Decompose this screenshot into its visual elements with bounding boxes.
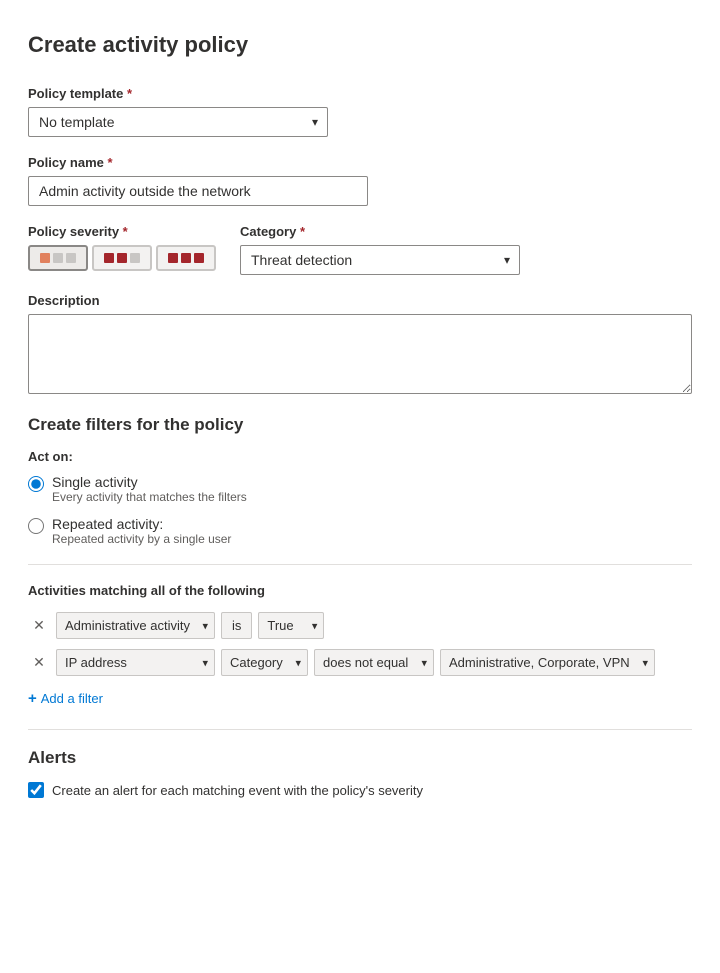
policy-template-group: Policy template No template Template 1 T… — [28, 86, 692, 137]
filter1-operator: is — [221, 612, 252, 639]
activities-matching-title: Activities matching all of the following — [28, 583, 692, 598]
filter-row-1: ✕ Administrative activity IP address Use… — [28, 612, 692, 639]
filter2-value-select[interactable]: Administrative, Corporate, VPN Corporate… — [440, 649, 655, 676]
activities-matching-section: Activities matching all of the following… — [28, 583, 692, 711]
policy-name-label: Policy name — [28, 155, 692, 170]
repeated-activity-title: Repeated activity: — [52, 516, 231, 532]
description-group: Description — [28, 293, 692, 397]
policy-template-select[interactable]: No template Template 1 Template 2 — [28, 107, 328, 137]
severity-high-button[interactable] — [156, 245, 216, 271]
alert-checkbox-row: Create an alert for each matching event … — [28, 782, 692, 798]
description-label: Description — [28, 293, 692, 308]
filter2-field1-select[interactable]: IP address Administrative activity User — [56, 649, 215, 676]
severity-dot-6 — [130, 253, 140, 263]
category-select[interactable]: Threat detection Access control Data los… — [240, 245, 520, 275]
repeated-activity-desc: Repeated activity by a single user — [52, 532, 231, 546]
category-select-wrapper: Threat detection Access control Data los… — [240, 245, 520, 275]
single-activity-radio[interactable] — [28, 476, 44, 492]
severity-medium-button[interactable] — [92, 245, 152, 271]
act-on-label: Act on: — [28, 449, 692, 464]
add-filter-label: Add a filter — [41, 691, 103, 706]
description-textarea[interactable] — [28, 314, 692, 394]
filters-section: Create filters for the policy Act on: Si… — [28, 415, 692, 546]
remove-filter-1-button[interactable]: ✕ — [28, 615, 50, 637]
single-activity-option[interactable]: Single activity Every activity that matc… — [28, 474, 692, 504]
severity-dot-1 — [40, 253, 50, 263]
alerts-title: Alerts — [28, 748, 692, 768]
policy-template-label: Policy template — [28, 86, 692, 101]
filter2-field2-wrapper: Category Type Country — [221, 649, 308, 676]
category-label: Category — [240, 224, 692, 239]
category-group: Category Threat detection Access control… — [240, 224, 692, 275]
single-activity-text: Single activity Every activity that matc… — [52, 474, 247, 504]
severity-dot-5 — [117, 253, 127, 263]
filter1-field-select[interactable]: Administrative activity IP address User — [56, 612, 215, 639]
filter1-value-select[interactable]: True False — [258, 612, 324, 639]
filter2-field2-select[interactable]: Category Type Country — [221, 649, 308, 676]
filter2-operator-wrapper: does not equal equals contains — [314, 649, 434, 676]
filter-row-2: ✕ IP address Administrative activity Use… — [28, 649, 692, 676]
filter2-field1-wrapper: IP address Administrative activity User — [56, 649, 215, 676]
severity-dot-9 — [194, 253, 204, 263]
alert-checkbox[interactable] — [28, 782, 44, 798]
severity-dot-3 — [66, 253, 76, 263]
policy-template-select-wrapper: No template Template 1 Template 2 — [28, 107, 328, 137]
severity-category-row: Policy severity Category — [28, 224, 692, 275]
severity-dot-4 — [104, 253, 114, 263]
filters-section-title: Create filters for the policy — [28, 415, 692, 435]
repeated-activity-text: Repeated activity: Repeated activity by … — [52, 516, 231, 546]
filter1-field-wrapper: Administrative activity IP address User — [56, 612, 215, 639]
severity-low-button[interactable] — [28, 245, 88, 271]
repeated-activity-option[interactable]: Repeated activity: Repeated activity by … — [28, 516, 692, 546]
severity-dot-2 — [53, 253, 63, 263]
divider-2 — [28, 729, 692, 730]
severity-buttons — [28, 245, 216, 271]
severity-dot-8 — [181, 253, 191, 263]
filter2-value-wrapper: Administrative, Corporate, VPN Corporate… — [440, 649, 655, 676]
single-activity-title: Single activity — [52, 474, 247, 490]
severity-dot-7 — [168, 253, 178, 263]
severity-label: Policy severity — [28, 224, 216, 239]
filter2-operator-select[interactable]: does not equal equals contains — [314, 649, 434, 676]
remove-filter-2-button[interactable]: ✕ — [28, 652, 50, 674]
divider-1 — [28, 564, 692, 565]
policy-name-input[interactable] — [28, 176, 368, 206]
severity-group: Policy severity — [28, 224, 216, 271]
add-filter-plus-icon: + — [28, 690, 37, 707]
add-filter-button[interactable]: + Add a filter — [28, 686, 103, 711]
policy-name-group: Policy name — [28, 155, 692, 206]
page-title: Create activity policy — [28, 32, 692, 58]
alerts-section: Alerts Create an alert for each matching… — [28, 748, 692, 798]
single-activity-desc: Every activity that matches the filters — [52, 490, 247, 504]
filter1-value-wrapper: True False — [258, 612, 324, 639]
repeated-activity-radio[interactable] — [28, 518, 44, 534]
alert-checkbox-label: Create an alert for each matching event … — [52, 783, 423, 798]
